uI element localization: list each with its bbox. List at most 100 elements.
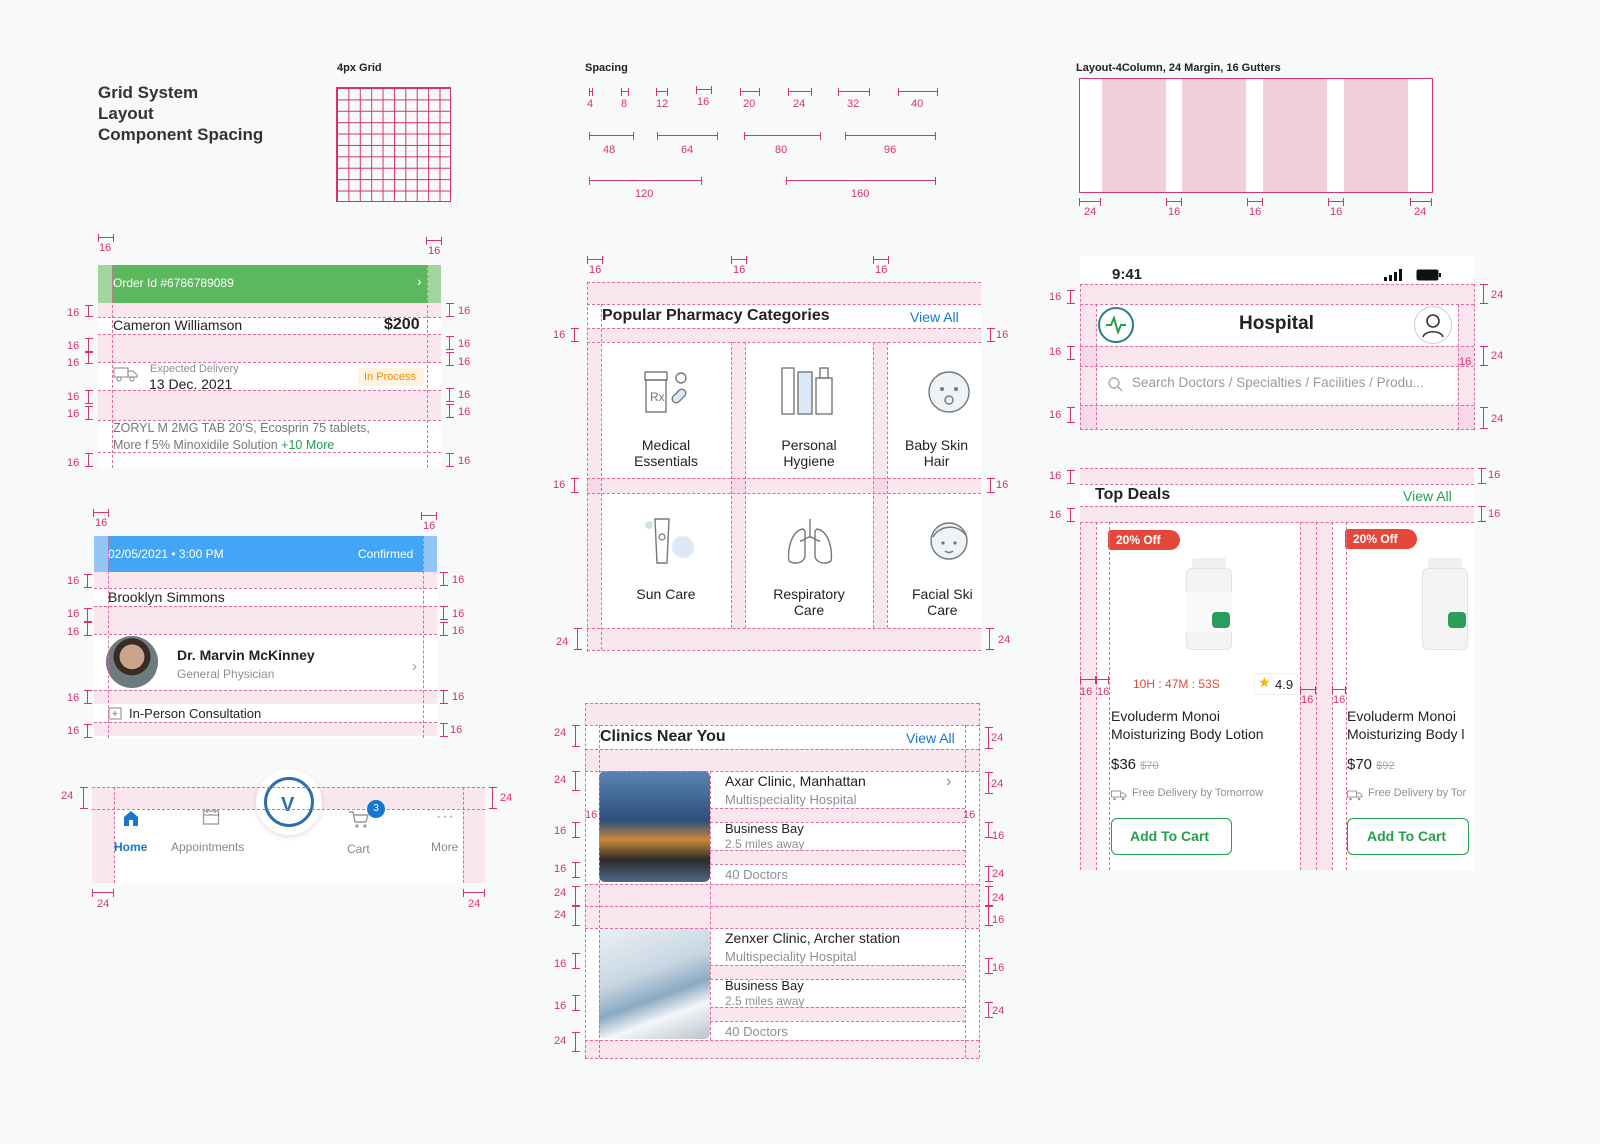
order-id: Order Id #6786789089 [113,276,234,290]
toiletries-icon [780,364,840,423]
appt-mark: 16 [67,626,80,638]
delivery-info: Free Delivery by Tor [1368,787,1467,799]
category-tile-facial[interactable]: Facial Ski Care [887,493,981,628]
status-time: 9:41 [1112,266,1143,283]
category-tile-medical[interactable]: Rx Medical Essentials [601,342,731,478]
cat-mark: 16 [996,329,1009,341]
appointment-status: Confirmed [358,547,414,561]
doc-title-line: Component Spacing [98,125,264,144]
layout-mark: 24 [1084,206,1097,218]
product-card[interactable]: 20% Off 10H : 47M : 53S ★ 4.9 Evoluderm … [1096,522,1300,870]
clinic-mark: 16 [992,830,1005,842]
clinic-type: Multispeciality Hospital [725,949,857,964]
lungs-icon [783,515,837,574]
layout-mark: 16 [1168,206,1181,218]
tab-appointments[interactable]: Appointments [170,806,260,856]
product-price: $70 $92 [1347,756,1395,773]
layout-label: Layout-4Column, 24 Margin, 16 Gutters [1076,62,1281,74]
appt-mark: 16 [67,692,80,704]
hospital-mark: 24 [1491,350,1504,362]
category-tile-respiratory[interactable]: Respiratory Care [745,493,873,628]
order-mark: 16 [458,305,471,317]
status-badge-text: In Process [364,371,416,383]
category-line: Respiratory [773,586,845,602]
chevron-right-icon[interactable]: › [417,273,422,289]
doctor-name: Dr. Marvin McKinney [177,647,315,663]
category-line: Sun Care [636,586,696,602]
deals-mark: 16 [1080,686,1093,698]
order-mark: 16 [67,408,80,420]
spacing-value: 48 [603,144,616,156]
product-card[interactable]: 20% Off Evoluderm Monoi Moisturizing Bod… [1332,522,1474,870]
spacing-value: 32 [847,98,860,110]
appt-mark: 16 [452,608,465,620]
search-icon [1107,376,1123,397]
chevron-right-icon[interactable]: › [946,773,951,791]
more-link[interactable]: +10 More [281,438,334,452]
appt-mark: 16 [67,575,80,587]
tab-cart[interactable]: 3 Cart [340,800,390,858]
pulse-icon [1105,315,1127,340]
appt-mark: 16 [452,625,465,637]
clinic-mark: 16 [554,863,567,875]
tab-label: Home [114,840,148,854]
clinic-card[interactable]: Axar Clinic, Manhattan Multispeciality H… [599,771,965,883]
doc-title-line: Grid System [98,83,199,102]
product-name: Evoluderm Monoi [1111,708,1220,724]
category-tile-baby[interactable]: Baby Skin Hair [887,342,981,478]
spacing-value: 80 [775,144,788,156]
cart-badge: 3 [367,800,385,818]
clinic-doctors: 40 Doctors [725,867,788,882]
clinic-type: Multispeciality Hospital [725,792,857,807]
clinics-view-all[interactable]: View All [906,730,955,746]
delivery-icon [1347,788,1363,806]
cat-mark: 16 [589,264,602,276]
spacing-value: 20 [743,98,756,110]
deals-view-all[interactable]: View All [1403,488,1452,504]
layout-mark: 16 [1330,206,1343,218]
spacing-value: 64 [681,144,694,156]
page-title: Hospital [1239,313,1314,334]
order-mark: 16 [458,455,471,467]
category-label: Facial Ski Care [912,586,973,618]
delivery-icon [1111,788,1127,806]
category-line: Care [793,602,825,618]
spacing-label: Spacing [585,62,628,74]
tab-home[interactable]: Home [110,806,154,856]
grid-label: 4px Grid [337,62,382,74]
appt-mark: 16 [67,725,80,737]
spacing-value: 12 [656,98,669,110]
category-tile-hygiene[interactable]: Personal Hygiene [745,342,873,478]
clinic-name: Axar Clinic, Manhattan [725,773,866,789]
search-input[interactable]: Search Doctors / Specialties / Facilitie… [1132,375,1424,390]
clinic-mark: 24 [992,1005,1005,1017]
patient-name: Brooklyn Simmons [108,589,225,605]
deal-timer: 10H : 47M : 53S [1133,677,1220,691]
appointment-datetime: 02/05/2021 • 3:00 PM [108,547,224,561]
category-label: Medical Essentials [601,437,731,469]
category-tile-sun-care[interactable]: Sun Care [601,493,731,628]
chevron-right-icon[interactable]: › [412,658,417,675]
order-mark: 16 [67,391,80,403]
categories-view-all[interactable]: View All [910,309,959,325]
deals-mark: 16 [1049,470,1062,482]
category-label: Sun Care [601,586,731,602]
order-mark: 16 [67,457,80,469]
star-icon: ★ [1258,674,1271,690]
hospital-mark: 16 [1049,291,1062,303]
truck-icon [113,366,139,387]
appt-mark: 16 [452,691,465,703]
clinic-card[interactable]: Zenxer Clinic, Archer station Multispeci… [599,928,965,1040]
category-line: Hygiene [783,453,835,469]
clinic-name: Zenxer Clinic, Archer station [725,930,901,946]
sunscreen-icon [639,515,695,572]
tab-more[interactable]: ··· More [428,806,468,856]
cat-mark: 16 [553,329,566,341]
profile-icon[interactable] [1414,306,1452,344]
clinic-mark: 24 [991,778,1004,790]
order-mark: 16 [428,245,441,257]
product-name: Moisturizing Body Lotion [1111,726,1264,742]
price: $70 [1347,756,1373,773]
clinic-mark: 24 [992,868,1005,880]
layout-mark: 24 [1414,206,1427,218]
